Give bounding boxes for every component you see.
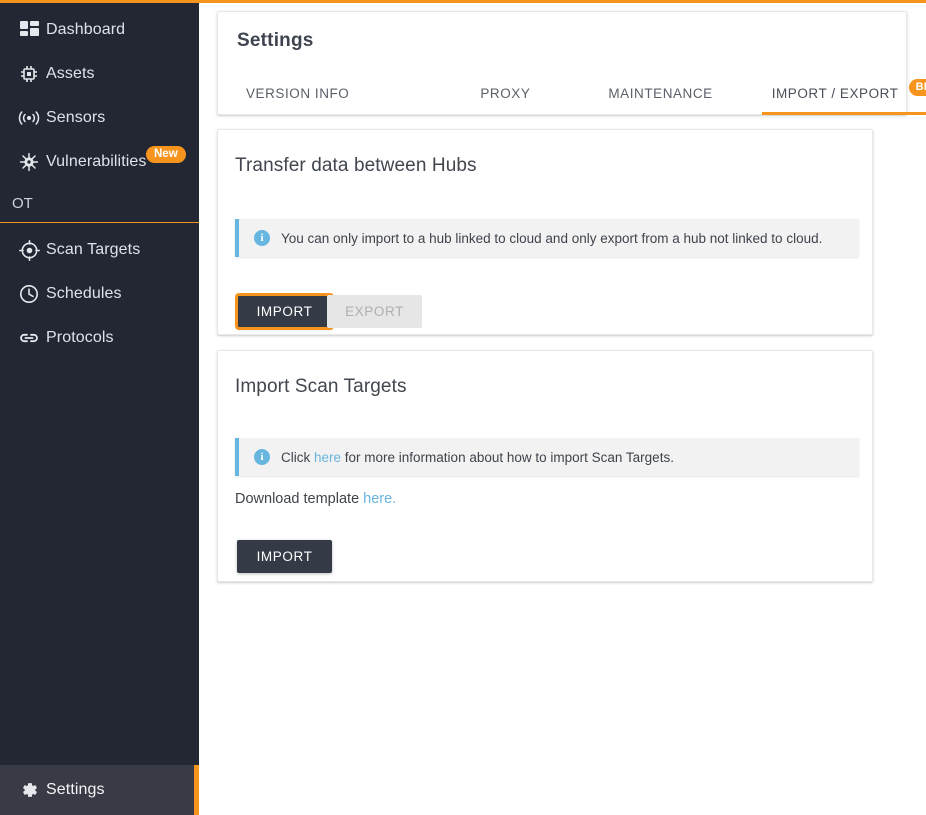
- link-chain-icon: [12, 330, 46, 346]
- sidebar-item-assets[interactable]: Assets: [0, 52, 199, 96]
- sidebar-item-vulnerabilities[interactable]: Vulnerabilities New: [0, 140, 199, 184]
- dashboard-grid-icon: [12, 21, 46, 40]
- sidebar-item-scan-targets[interactable]: Scan Targets: [0, 228, 199, 272]
- sidebar-item-schedules[interactable]: Schedules: [0, 272, 199, 316]
- sidebar-item-label: Vulnerabilities: [46, 153, 147, 171]
- settings-tabs: VERSION INFO PROXY MAINTENANCE IMPORT / …: [237, 78, 897, 116]
- settings-header-card: Settings VERSION INFO PROXY MAINTENANCE …: [217, 11, 907, 115]
- tab-label: PROXY: [480, 86, 530, 101]
- import-scan-targets-card: Import Scan Targets i Click here for mor…: [217, 350, 873, 582]
- button-label: EXPORT: [345, 304, 404, 319]
- info-circle-icon: i: [254, 449, 270, 465]
- sidebar-item-dashboard[interactable]: Dashboard: [0, 8, 199, 52]
- info-circle-icon: i: [254, 230, 270, 246]
- tab-label: VERSION INFO: [246, 86, 349, 101]
- info-banner-text: You can only import to a hub linked to c…: [281, 231, 822, 246]
- app-root: Dashboard Assets: [0, 0, 926, 815]
- sidebar-item-label: Dashboard: [46, 21, 125, 39]
- transfer-info-banner: i You can only import to a hub linked to…: [235, 219, 859, 257]
- sidebar-item-label: Schedules: [46, 285, 122, 303]
- tab-proxy[interactable]: PROXY: [480, 78, 530, 113]
- new-badge: New: [146, 146, 186, 163]
- scan-targets-info-banner: i Click here for more information about …: [235, 438, 859, 476]
- sidebar-item-label: Settings: [46, 781, 105, 799]
- info-text-after: for more information about how to import…: [341, 450, 674, 465]
- tab-label: IMPORT / EXPORT: [772, 86, 899, 101]
- sidebar-item-sensors[interactable]: Sensors: [0, 96, 199, 140]
- signal-waves-icon: [12, 110, 46, 126]
- tab-label: MAINTENANCE: [608, 86, 712, 101]
- tab-version-info[interactable]: VERSION INFO: [246, 78, 349, 113]
- download-template-line: Download template here.: [235, 491, 396, 507]
- sidebar-item-label: Scan Targets: [46, 241, 140, 259]
- gear-icon: [12, 780, 46, 800]
- sidebar-item-label: Assets: [46, 65, 95, 83]
- tab-import-export[interactable]: IMPORT / EXPORT BETA: [772, 78, 926, 115]
- button-label: IMPORT: [257, 549, 313, 564]
- card-title: Import Scan Targets: [235, 376, 407, 398]
- page-title: Settings: [237, 30, 314, 52]
- clock-icon: [12, 284, 46, 304]
- scan-targets-help-link[interactable]: here: [314, 450, 341, 465]
- info-banner-text: Click here for more information about ho…: [281, 450, 674, 465]
- virus-icon: [12, 152, 46, 172]
- beta-badge: BETA: [909, 79, 926, 96]
- sidebar: Dashboard Assets: [0, 3, 199, 815]
- transfer-export-button: EXPORT: [327, 295, 422, 328]
- transfer-data-card: Transfer data between Hubs i You can onl…: [217, 129, 873, 335]
- sidebar-item-label: Protocols: [46, 329, 114, 347]
- sidebar-item-label: Sensors: [46, 109, 105, 127]
- sidebar-primary-nav: Dashboard Assets: [0, 3, 199, 184]
- download-text-before: Download template: [235, 491, 363, 507]
- info-text-before: Click: [281, 450, 314, 465]
- chip-icon: [12, 64, 46, 84]
- card-title: Transfer data between Hubs: [235, 155, 477, 177]
- sidebar-ot-nav: Scan Targets Schedules: [0, 223, 199, 360]
- main-content: Settings VERSION INFO PROXY MAINTENANCE …: [199, 3, 926, 815]
- download-template-link[interactable]: here: [363, 491, 392, 507]
- button-label: IMPORT: [257, 304, 313, 319]
- sidebar-item-settings[interactable]: Settings: [0, 765, 199, 815]
- tab-maintenance[interactable]: MAINTENANCE: [608, 78, 712, 113]
- download-text-after: .: [392, 491, 396, 507]
- scan-targets-import-button[interactable]: IMPORT: [237, 540, 332, 573]
- transfer-import-button[interactable]: IMPORT: [237, 295, 332, 328]
- sidebar-section-ot: OT: [0, 184, 199, 222]
- sidebar-item-protocols[interactable]: Protocols: [0, 316, 199, 360]
- target-crosshair-icon: [12, 240, 46, 261]
